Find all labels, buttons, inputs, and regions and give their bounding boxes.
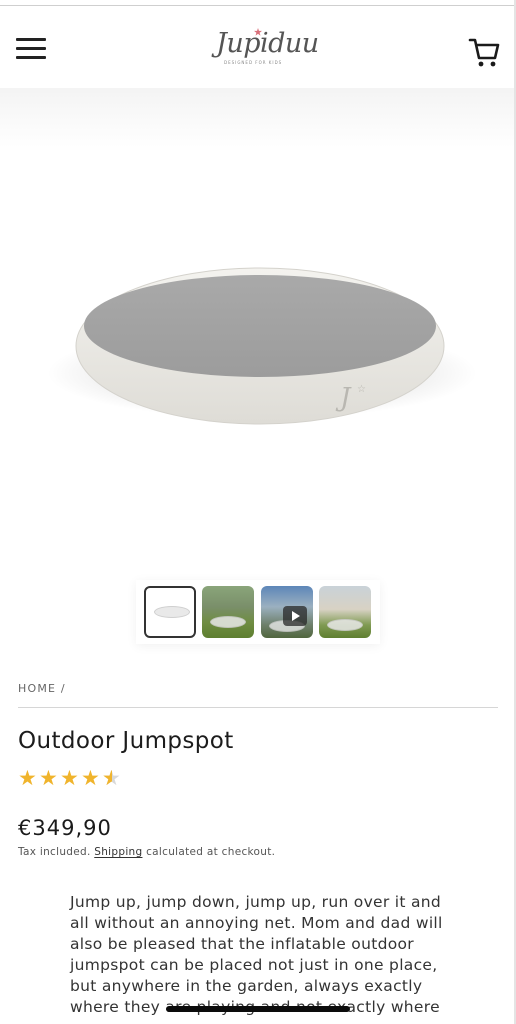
product-image[interactable]: J ☆ [0,238,514,478]
thumbnail-image [154,606,190,618]
tax-suffix: calculated at checkout. [146,846,276,858]
cart-icon[interactable] [468,36,500,70]
thumbnail-video[interactable] [261,586,313,638]
brand-logo[interactable]: Jupiduu designed for kids [210,26,319,72]
product-price: €349,90 [18,816,112,840]
hamburger-icon-line [16,47,46,50]
thumbnail-image [327,619,363,631]
star-icon [254,28,262,36]
play-icon [283,606,307,626]
hamburger-icon-line [16,56,46,59]
thumbnail-strip [136,580,380,644]
product-gallery: J ☆ [0,88,514,668]
breadcrumb[interactable]: HOME / [18,682,66,695]
menu-button[interactable] [16,36,46,60]
tax-note: Tax included. Shipping calculated at che… [18,846,275,858]
star-icon: ★ [81,766,100,790]
thumbnail-villa[interactable] [319,586,371,638]
divider [18,707,498,708]
hamburger-icon-line [16,38,46,41]
thumbnail-product[interactable] [144,586,196,638]
home-indicator[interactable] [166,1006,350,1012]
star-icon: ★ [60,766,79,790]
product-description: Jump up, jump down, jump up, run over it… [70,893,443,1016]
logo-tagline: designed for kids [224,60,283,65]
star-half-fill: ★ [102,766,112,790]
header-shadow [0,88,514,148]
thumbnail-garden[interactable] [202,586,254,638]
thumbnail-image [210,616,246,628]
product-title: Outdoor Jumpspot [18,728,234,754]
shipping-link[interactable]: Shipping [94,846,142,858]
star-icon: ★ [39,766,58,790]
svg-text:☆: ☆ [357,384,366,395]
logo-text: Jupiduu [216,28,319,59]
tax-prefix: Tax included. [18,846,91,858]
site-header: Jupiduu designed for kids [0,6,514,88]
star-icon: ★ [18,766,37,790]
